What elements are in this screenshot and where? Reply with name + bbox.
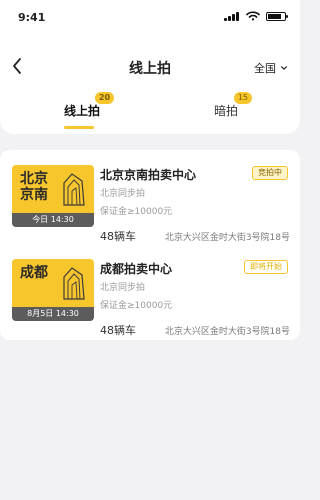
status-badge: 竞拍中 [252,166,288,180]
navigation-bar: 线上拍 全国 [0,52,300,82]
tab-label: 线上拍 [64,104,101,118]
thumbnail-title-line1: 成都 [20,265,48,281]
tab-sealed-auction[interactable]: 暗拍 15 [214,92,253,119]
auction-thumbnail: 成都 8月5日 14:30 [12,259,94,321]
sync-label: 北京同步拍 [100,283,146,293]
status-bar: 9:41 [0,0,300,34]
auction-list: 北京 京南 今日 14:30 北京京南拍卖中心 竞拍中 北京同步拍 保证金≥10… [0,150,300,340]
status-badge: 即将开始 [244,260,288,274]
auction-item[interactable]: 北京 京南 今日 14:30 北京京南拍卖中心 竞拍中 北京同步拍 保证金≥10… [0,150,300,246]
tab-count-badge: 15 [233,92,253,104]
wifi-icon [246,11,260,21]
auction-time-strip: 今日 14:30 [12,213,94,227]
thumbnail-title-line1: 北京 [20,171,48,187]
signal-icon [224,11,240,21]
auction-time-strip: 8月5日 14:30 [12,307,94,321]
sync-label: 北京同步拍 [100,189,146,199]
region-label: 全国 [254,62,276,75]
active-tab-indicator [64,126,94,129]
thumbnail-title: 成都 [20,265,48,281]
vehicle-count: 48辆车 [100,324,136,337]
deposit-label: 保证金≥10000元 [100,301,173,311]
building-icon [63,173,85,206]
tab-bar: 线上拍 20 暗拍 15 [0,92,300,132]
status-time: 9:41 [18,11,46,24]
auction-thumbnail: 北京 京南 今日 14:30 [12,165,94,227]
region-selector[interactable]: 全国 [254,60,288,76]
tab-count-badge: 20 [94,92,115,104]
battery-icon [266,11,288,21]
thumbnail-title-line2: 京南 [20,187,48,203]
tab-label: 暗拍 [214,104,239,118]
auction-center-name: 成都拍卖中心 [100,262,173,276]
auction-address: 北京大兴区金时大街3号院18号 [164,233,290,243]
system-icons [224,11,288,21]
top-area: 9:41 线上拍 全国 线上拍 20 暗拍 15 [0,0,300,134]
auction-item[interactable]: 成都 8月5日 14:30 成都拍卖中心 即将开始 北京同步拍 保证金≥1000… [0,244,300,340]
auction-center-name: 北京京南拍卖中心 [100,168,197,182]
deposit-label: 保证金≥10000元 [100,207,173,217]
tab-online-auction[interactable]: 线上拍 20 [64,92,115,119]
building-icon [63,267,85,300]
thumbnail-title: 北京 京南 [20,171,48,203]
vehicle-count: 48辆车 [100,230,136,243]
auction-address: 北京大兴区金时大街3号院18号 [164,327,290,337]
chevron-down-icon [281,66,287,70]
